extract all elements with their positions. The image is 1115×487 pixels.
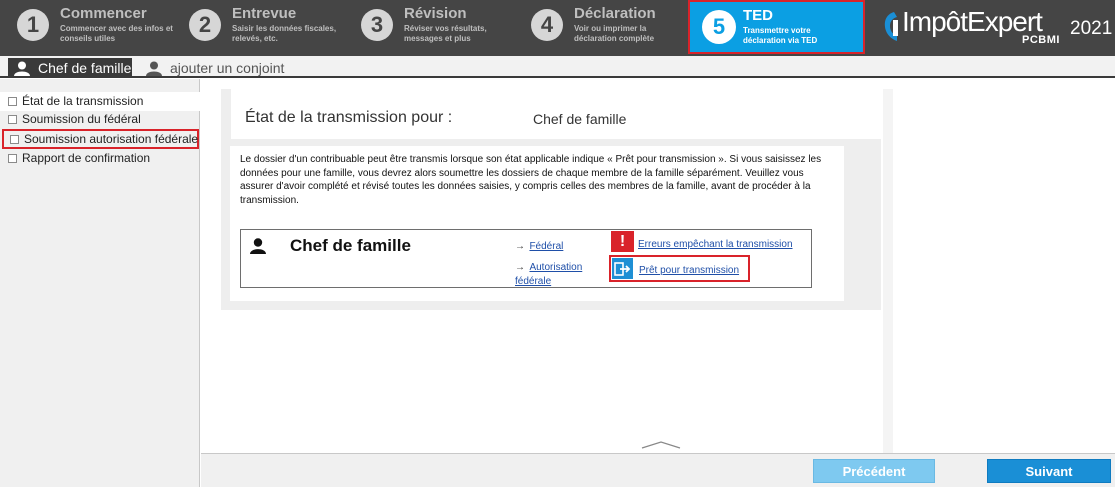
authorization-link-line1[interactable]: Autorisation bbox=[529, 262, 582, 273]
step-number: 4 bbox=[531, 9, 563, 41]
step-title: Commencer bbox=[60, 5, 147, 22]
previous-button[interactable]: Précédent bbox=[813, 459, 935, 483]
step-description: Voir ou imprimer la déclaration complète bbox=[574, 24, 655, 43]
tab-chef-de-famille[interactable]: Chef de famille bbox=[8, 58, 132, 78]
sidebar-item-label: Rapport de confirmation bbox=[22, 151, 151, 165]
step-description: Saisir les données fiscales, relevés, et… bbox=[232, 24, 337, 43]
logo-subtitle: PCBMI bbox=[1022, 34, 1060, 46]
footer-bar: Précédent Suivant bbox=[201, 453, 1115, 487]
logo-brand-text: ImpôtExpert bbox=[902, 6, 1043, 37]
logo-year: 2021 bbox=[1070, 18, 1113, 39]
federal-link-row: → Fédéral bbox=[515, 236, 563, 254]
tab-label: Chef de famille bbox=[38, 60, 132, 76]
arrow-right-icon: → bbox=[515, 241, 525, 252]
page-title-member: Chef de famille bbox=[533, 111, 627, 127]
errors-link[interactable]: Erreurs empêchant la transmission bbox=[638, 239, 793, 250]
step-title: TED bbox=[743, 7, 773, 24]
sidebar-item-label: État de la transmission bbox=[22, 94, 144, 108]
sidebar-item-label: Soumission du fédéral bbox=[22, 112, 141, 126]
logo-mark-icon bbox=[884, 12, 898, 41]
step-number: 3 bbox=[361, 9, 393, 41]
checkbox-icon bbox=[8, 97, 17, 106]
person-icon bbox=[146, 61, 162, 76]
ready-link[interactable]: Prêt pour transmission bbox=[639, 265, 739, 276]
checkbox-icon bbox=[10, 135, 19, 144]
sidebar-item-rapport-confirmation[interactable]: Rapport de confirmation bbox=[0, 149, 200, 168]
panel-gutter bbox=[883, 89, 893, 453]
step-revision[interactable]: 3 Révision Réviser vos résultats, messag… bbox=[348, 0, 518, 50]
sidebar-item-etat-transmission[interactable]: État de la transmission bbox=[0, 92, 200, 111]
step-title: Entrevue bbox=[232, 5, 297, 22]
next-button[interactable]: Suivant bbox=[987, 459, 1111, 483]
member-status-card: Chef de famille → Fédéral → Autorisation… bbox=[240, 229, 812, 288]
authorization-link-line2[interactable]: fédérale bbox=[515, 276, 551, 287]
page-title: État de la transmission pour : bbox=[245, 109, 453, 126]
person-icon bbox=[250, 238, 266, 254]
arrow-right-icon: → bbox=[515, 262, 525, 273]
main-content: État de la transmission pour : Chef de f… bbox=[201, 79, 1115, 453]
step-commencer[interactable]: 1 Commencer Commencer avec des infos et … bbox=[4, 0, 174, 50]
step-title: Déclaration bbox=[574, 5, 656, 22]
step-number: 5 bbox=[702, 10, 736, 44]
step-entrevue[interactable]: 2 Entrevue Saisir les données fiscales, … bbox=[176, 0, 346, 50]
sidebar-item-label: Soumission autorisation fédérale bbox=[24, 132, 199, 146]
ready-for-transmission[interactable]: Prêt pour transmission bbox=[609, 255, 750, 282]
transmit-icon bbox=[612, 258, 633, 279]
chevron-up-icon[interactable] bbox=[641, 440, 681, 450]
step-bar: 1 Commencer Commencer avec des infos et … bbox=[0, 0, 1115, 56]
authorization-link-row: → Autorisation fédérale bbox=[515, 259, 582, 287]
step-number: 1 bbox=[17, 9, 49, 41]
step-ted[interactable]: 5 TED Transmettre votre déclaration via … bbox=[688, 0, 865, 54]
checkbox-icon bbox=[8, 115, 17, 124]
tab-label: ajouter un conjoint bbox=[170, 60, 285, 76]
app-logo: ImpôtExpert PCBMI 2021 bbox=[880, 4, 1115, 52]
step-title: Révision bbox=[404, 5, 467, 22]
step-declaration[interactable]: 4 Déclaration Voir ou imprimer la déclar… bbox=[518, 0, 688, 50]
sidebar-item-soumission-autorisation[interactable]: Soumission autorisation fédérale bbox=[2, 129, 199, 149]
step-description: Réviser vos résultats, messages et plus bbox=[404, 24, 487, 43]
federal-link[interactable]: Fédéral bbox=[529, 241, 563, 252]
step-description: Transmettre votre déclaration via TED bbox=[743, 26, 818, 45]
sidebar-item-soumission-federal[interactable]: Soumission du fédéral bbox=[0, 110, 200, 129]
checkbox-icon bbox=[8, 154, 17, 163]
info-text: Le dossier d'un contribuable peut être t… bbox=[240, 154, 822, 206]
member-tab-bar: Chef de famille ajouter un conjoint bbox=[0, 56, 1115, 78]
sidebar: État de la transmission Soumission du fé… bbox=[0, 79, 200, 487]
member-name: Chef de famille bbox=[290, 236, 411, 255]
step-number: 2 bbox=[189, 9, 221, 41]
person-icon bbox=[14, 61, 30, 76]
error-icon: ! bbox=[611, 231, 634, 252]
step-description: Commencer avec des infos et conseils uti… bbox=[60, 24, 173, 43]
